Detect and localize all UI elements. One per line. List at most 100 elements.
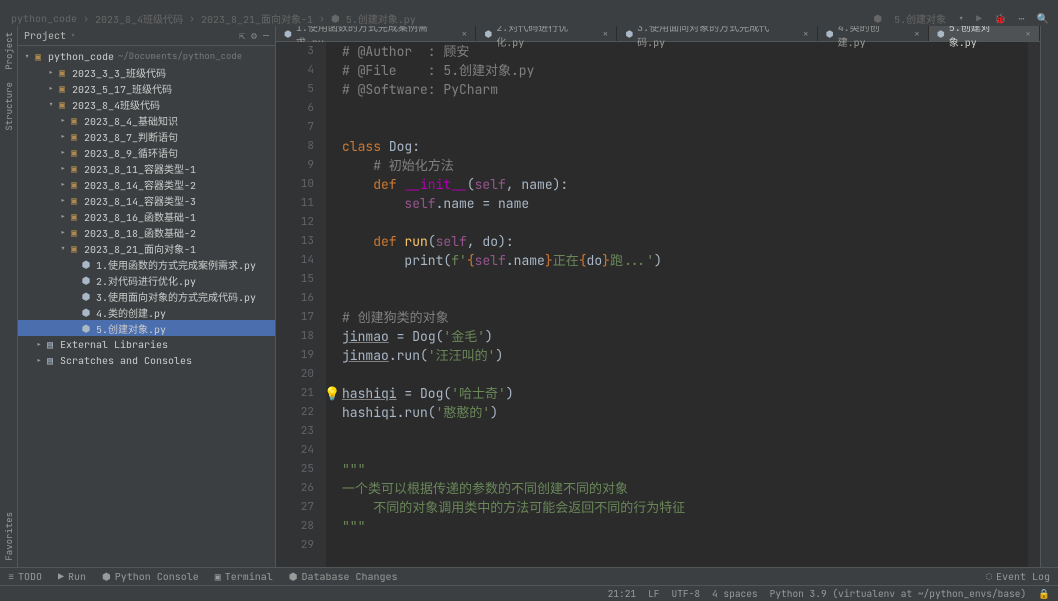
line-number[interactable]: 22 [276, 403, 314, 422]
code-line[interactable] [342, 422, 1028, 441]
editor-tab[interactable]: ⬢3.使用面向对象的方式完成代码.py× [617, 26, 817, 41]
editor-tab[interactable]: ⬢5.创建对象.py× [929, 26, 1040, 41]
favorites-tool[interactable]: Favorites [3, 512, 15, 561]
code-line[interactable]: # @File : 5.创建对象.py [342, 61, 1028, 80]
line-number[interactable]: 26 [276, 479, 314, 498]
chevron-icon[interactable]: ▸ [58, 226, 68, 239]
code-line[interactable]: # @Author : 顾安 [342, 42, 1028, 61]
chevron-icon[interactable]: ▸ [34, 354, 44, 367]
chevron-icon[interactable]: ▸ [46, 82, 56, 95]
editor-tab[interactable]: ⬢2.对代码进行优化.py× [476, 26, 617, 41]
line-number[interactable]: 8 [276, 137, 314, 156]
breadcrumb-root[interactable]: python_code [11, 12, 77, 25]
encoding[interactable]: UTF-8 [672, 587, 701, 600]
line-number[interactable]: 23 [276, 422, 314, 441]
tree-row[interactable]: ▸▣2023_3_3_班级代码 [18, 64, 275, 80]
tree-row[interactable]: ▸▣2023_8_11_容器类型-1 [18, 160, 275, 176]
chevron-icon[interactable]: ▸ [46, 66, 56, 79]
line-number[interactable]: 18 [276, 327, 314, 346]
tree-row[interactable]: ▸▤Scratches and Consoles [18, 352, 275, 368]
line-number[interactable]: 12 [276, 213, 314, 232]
chevron-icon[interactable]: ▸ [58, 194, 68, 207]
run-icon[interactable]: ▶ [976, 12, 982, 25]
tree-row[interactable]: ⬢2.对代码进行优化.py [18, 272, 275, 288]
chevron-icon[interactable]: ▸ [58, 114, 68, 127]
chevron-icon[interactable]: ▾ [58, 242, 68, 255]
line-sep[interactable]: LF [648, 587, 659, 600]
tree-row[interactable]: ▸▤External Libraries [18, 336, 275, 352]
code-line[interactable]: def __init__(self, name): [342, 175, 1028, 194]
tree-row[interactable]: ▸▣2023_5_17_班级代码 [18, 80, 275, 96]
line-number[interactable]: 5 [276, 80, 314, 99]
line-number[interactable]: 25 [276, 460, 314, 479]
code-line[interactable] [342, 270, 1028, 289]
editor-tab[interactable]: ⬢4.类的创建.py× [818, 26, 929, 41]
caret-pos[interactable]: 21:21 [608, 587, 637, 600]
code-line[interactable]: 💡hashiqi = Dog('哈士奇') [342, 384, 1028, 403]
code-line[interactable]: def run(self, do): [342, 232, 1028, 251]
editor[interactable]: 3456789101112131415161718192021222324252… [276, 42, 1040, 567]
line-number[interactable]: 20 [276, 365, 314, 384]
python-console-tool[interactable]: ⬢Python Console [94, 570, 207, 583]
line-number[interactable]: 15 [276, 270, 314, 289]
line-number[interactable]: 16 [276, 289, 314, 308]
chevron-icon[interactable]: ▸ [58, 178, 68, 191]
tree-row[interactable]: ▸▣2023_8_18_函数基础-2 [18, 224, 275, 240]
tree-row[interactable]: ⬢5.创建对象.py [18, 320, 275, 336]
tree-row[interactable]: ⬢1.使用函数的方式完成案例需求.py [18, 256, 275, 272]
breadcrumb-seg[interactable]: 2023_8_21_面向对象-1 [201, 11, 313, 26]
tree-row[interactable]: ▸▣2023_8_9_循环语句 [18, 144, 275, 160]
code-area[interactable]: # @Author : 顾安# @File : 5.创建对象.py# @Soft… [326, 42, 1028, 567]
code-line[interactable]: """ [342, 460, 1028, 479]
code-line[interactable]: class Dog: [342, 137, 1028, 156]
tree-root[interactable]: python_code [48, 50, 114, 63]
lock-icon[interactable]: 🔒 [1038, 587, 1050, 600]
code-line[interactable]: 不同的对象调用类中的方法可能会返回不同的行为特征 [342, 498, 1028, 517]
code-line[interactable] [342, 118, 1028, 137]
line-number[interactable]: 27 [276, 498, 314, 517]
chevron-icon[interactable]: ▾ [46, 98, 56, 111]
code-line[interactable]: # @Software: PyCharm [342, 80, 1028, 99]
more-icon[interactable]: ⋯ [1019, 12, 1025, 25]
code-line[interactable]: # 创建狗类的对象 [342, 308, 1028, 327]
search-icon[interactable]: 🔍 [1037, 12, 1049, 25]
code-line[interactable] [342, 365, 1028, 384]
interpreter[interactable]: Python 3.9 (virtualenv at ~/python_envs/… [770, 587, 1027, 600]
editor-tabs[interactable]: ⬢1.使用函数的方式完成案例需求.py×⬢2.对代码进行优化.py×⬢3.使用面… [276, 26, 1040, 42]
tree-row[interactable]: ⬢3.使用面向对象的方式完成代码.py [18, 288, 275, 304]
close-icon[interactable]: × [803, 27, 809, 40]
project-tool[interactable]: Project [3, 32, 15, 70]
tree-row[interactable]: ▸▣2023_8_16_函数基础-1 [18, 208, 275, 224]
code-line[interactable]: jinmao.run('汪汪叫的') [342, 346, 1028, 365]
breadcrumb-file[interactable]: 5.创建对象.py [346, 11, 416, 26]
code-line[interactable]: 一个类可以根据传递的参数的不同创建不同的对象 [342, 479, 1028, 498]
tree-row[interactable]: ▾▣2023_8_21_面向对象-1 [18, 240, 275, 256]
event-log[interactable]: ◌Event Log [978, 570, 1058, 583]
close-icon[interactable]: × [914, 27, 920, 40]
tree-row[interactable]: ▸▣2023_8_4_基础知识 [18, 112, 275, 128]
code-line[interactable]: """ [342, 517, 1028, 536]
intention-bulb-icon[interactable]: 💡 [324, 384, 340, 403]
tree-row[interactable]: ▸▣2023_8_7_判断语句 [18, 128, 275, 144]
scroll-rail[interactable] [1028, 42, 1040, 567]
tree-row[interactable]: ▸▣2023_8_14_容器类型-3 [18, 192, 275, 208]
code-line[interactable]: self.name = name [342, 194, 1028, 213]
code-line[interactable]: hashiqi.run('憨憨的') [342, 403, 1028, 422]
line-number[interactable]: 28 [276, 517, 314, 536]
breadcrumb-seg[interactable]: 2023_8_4班级代码 [95, 11, 183, 26]
line-number[interactable]: 7 [276, 118, 314, 137]
code-line[interactable] [342, 99, 1028, 118]
line-number[interactable]: 6 [276, 99, 314, 118]
terminal-tool[interactable]: ▣Terminal [207, 570, 281, 583]
sidebar-gear-icon[interactable]: ⚙ [251, 29, 257, 42]
line-number[interactable]: 4 [276, 61, 314, 80]
code-line[interactable] [342, 213, 1028, 232]
line-number[interactable]: 3 [276, 42, 314, 61]
line-number[interactable]: 29 [276, 536, 314, 555]
line-number[interactable]: 9 [276, 156, 314, 175]
db-changes-tool[interactable]: ⬢Database Changes [281, 570, 406, 583]
code-line[interactable] [342, 536, 1028, 555]
chevron-icon[interactable]: ▸ [58, 130, 68, 143]
chevron-icon[interactable]: ▸ [34, 338, 44, 351]
todo-tool[interactable]: ≡TODO [0, 570, 50, 583]
